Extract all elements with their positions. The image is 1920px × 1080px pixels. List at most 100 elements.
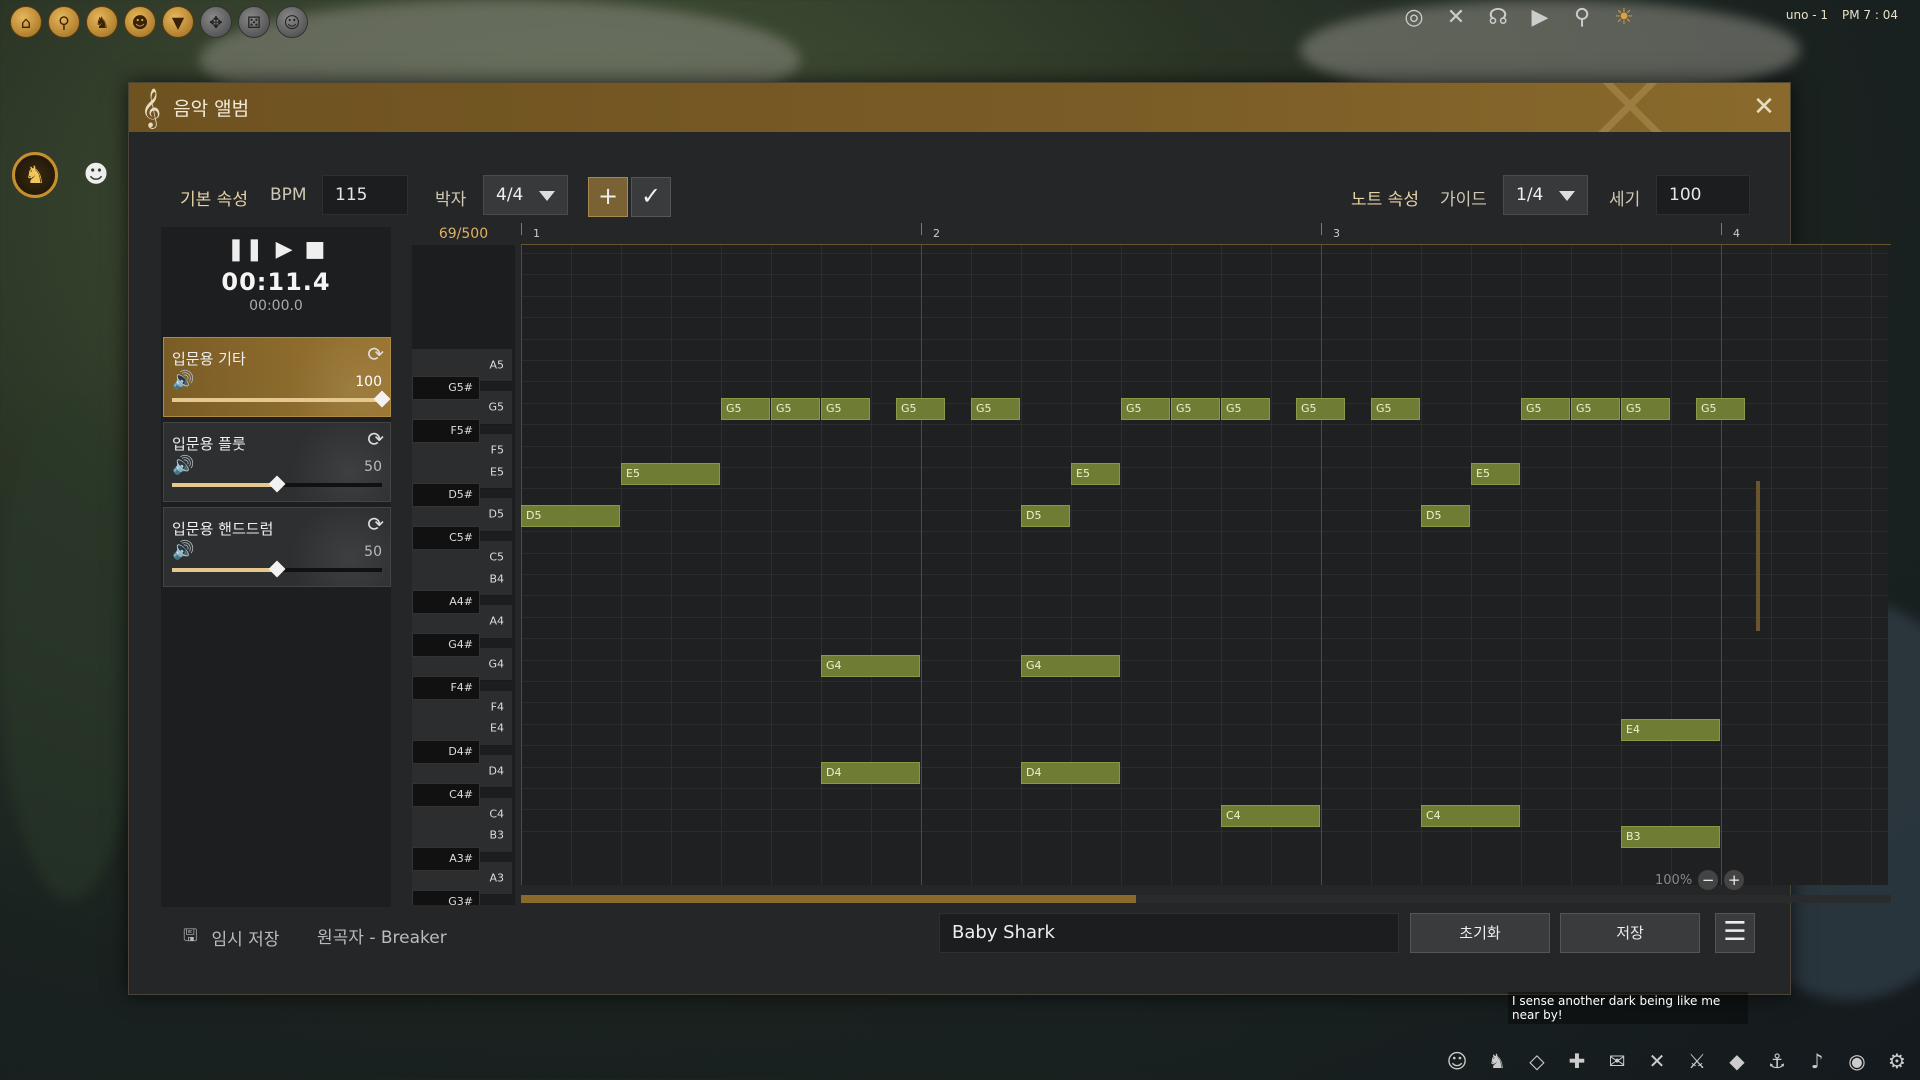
headphones-icon[interactable]: ☊: [1484, 4, 1512, 32]
note-block[interactable]: G5: [721, 398, 770, 421]
strength-input[interactable]: 100: [1656, 175, 1750, 215]
vertical-scrollbar[interactable]: [1756, 481, 1760, 631]
note-block[interactable]: G5: [896, 398, 945, 421]
volume-slider[interactable]: [172, 390, 390, 408]
note-block[interactable]: D5: [1421, 505, 1470, 528]
save-button[interactable]: 저장: [1560, 913, 1700, 953]
reset-button[interactable]: 초기화: [1410, 913, 1550, 953]
black-key[interactable]: D5#: [412, 483, 480, 507]
reset-icon[interactable]: ⟳: [367, 512, 384, 536]
stop-icon[interactable]: ■: [305, 237, 326, 262]
volume-icon[interactable]: 🔊: [172, 540, 194, 561]
black-key[interactable]: F4#: [412, 675, 480, 700]
note-block[interactable]: E5: [1471, 462, 1520, 485]
fishing-icon[interactable]: ⚓: [1762, 1046, 1792, 1076]
gear-icon[interactable]: ⚙: [1882, 1046, 1912, 1076]
zoom-out-button[interactable]: −: [1698, 870, 1719, 890]
pause-icon[interactable]: ❚❚: [227, 237, 264, 262]
bell-icon[interactable]: ♪: [1802, 1046, 1832, 1076]
black-key[interactable]: C5#: [412, 525, 480, 550]
volume-icon[interactable]: 🔊: [172, 370, 194, 391]
character-icon[interactable]: ☻: [124, 6, 156, 38]
instrument-card[interactable]: 입문용 플룻 ⟳ 🔊 50: [163, 422, 391, 502]
note-block[interactable]: G5: [1696, 398, 1745, 421]
hamburger-menu-icon[interactable]: ☰: [1715, 913, 1755, 953]
note-block[interactable]: C4: [1221, 805, 1320, 827]
song-name-input[interactable]: Baby Shark: [939, 913, 1399, 953]
black-key[interactable]: G5#: [412, 376, 480, 400]
globe-icon[interactable]: ◉: [1842, 1046, 1872, 1076]
instrument-card[interactable]: 입문용 기타 ⟳ 🔊 100: [163, 337, 391, 417]
note-block[interactable]: G4: [821, 655, 920, 678]
note-block[interactable]: B3: [1621, 826, 1720, 849]
note-block[interactable]: G5: [1571, 398, 1620, 421]
black-key[interactable]: A3#: [412, 846, 480, 871]
family-icon[interactable]: ☺: [1442, 1046, 1472, 1076]
volume-slider[interactable]: [172, 475, 382, 493]
mail-icon[interactable]: ✉: [1602, 1046, 1632, 1076]
pearl-icon[interactable]: ◆: [1722, 1046, 1752, 1076]
instrument-card[interactable]: 입문용 핸드드럼 ⟳ 🔊 50: [163, 507, 391, 587]
guide-icon[interactable]: ♞: [86, 6, 118, 38]
volume-icon[interactable]: 🔊: [172, 455, 194, 476]
guide-dropdown[interactable]: 1/4: [1503, 175, 1588, 215]
note-block[interactable]: G5: [1121, 398, 1170, 421]
note-block[interactable]: G5: [1621, 398, 1670, 421]
reset-icon[interactable]: ⟳: [367, 427, 384, 451]
save-temp-button[interactable]: 🖫 임시 저장: [183, 923, 279, 952]
play-icon[interactable]: ▶: [276, 237, 293, 262]
black-key[interactable]: G4#: [412, 632, 480, 657]
note-block[interactable]: G5: [971, 398, 1020, 421]
swords-icon[interactable]: ✕: [1442, 4, 1470, 32]
black-key[interactable]: A4#: [412, 590, 480, 614]
note-block[interactable]: D5: [521, 505, 620, 528]
drop-icon[interactable]: ▼: [162, 6, 194, 38]
note-block[interactable]: G5: [1521, 398, 1570, 421]
note-block[interactable]: D4: [821, 762, 920, 785]
note-block[interactable]: E4: [1621, 719, 1720, 742]
note-block[interactable]: G5: [1171, 398, 1220, 421]
search-icon[interactable]: ⚲: [48, 6, 80, 38]
gift-icon[interactable]: ✚: [1562, 1046, 1592, 1076]
play-icon[interactable]: ▶: [1526, 4, 1554, 32]
note-block[interactable]: E5: [1071, 462, 1120, 485]
note-block[interactable]: G5: [1371, 398, 1420, 421]
dice-icon[interactable]: ⚄: [238, 6, 270, 38]
note-block[interactable]: G4: [1021, 655, 1120, 678]
target-icon[interactable]: ◎: [1400, 4, 1428, 32]
piano-roll-grid[interactable]: G5 G5 G5 G5 G5 G5 G5 G5 G5 G5 G5 G5 G5 G5 E5 E5 E5 D5 D5 D5…: [521, 245, 1888, 885]
black-key[interactable]: D4#: [412, 739, 480, 764]
bpm-input[interactable]: 115: [322, 175, 408, 215]
black-key[interactable]: C4#: [412, 782, 480, 807]
slider-knob[interactable]: [268, 560, 286, 578]
note-block[interactable]: D5: [1021, 505, 1070, 528]
scroll-thumb[interactable]: [521, 895, 1136, 903]
horse-icon[interactable]: ♞: [1482, 1046, 1512, 1076]
add-note-button[interactable]: +: [588, 177, 628, 217]
friend-icon[interactable]: ☺: [276, 6, 308, 38]
select-check-button[interactable]: ✓: [631, 177, 671, 217]
zoom-in-button[interactable]: +: [1724, 870, 1745, 890]
note-block[interactable]: G5: [771, 398, 820, 421]
horizontal-scrollbar[interactable]: [521, 895, 1891, 903]
party-icon[interactable]: ☻: [78, 156, 114, 192]
black-key[interactable]: F5#: [412, 418, 480, 443]
note-block[interactable]: G5: [821, 398, 870, 421]
close-button[interactable]: ✕: [1748, 91, 1780, 123]
note-block[interactable]: E5: [621, 462, 720, 485]
black-key[interactable]: G3#: [412, 889, 480, 905]
reset-icon[interactable]: ⟳: [367, 342, 384, 366]
compass-icon[interactable]: ✥: [200, 6, 232, 38]
horse-icon[interactable]: ♞: [12, 152, 58, 198]
note-block[interactable]: C4: [1421, 805, 1520, 827]
note-block[interactable]: G5: [1296, 398, 1345, 421]
diamond-icon[interactable]: ◇: [1522, 1046, 1552, 1076]
note-block[interactable]: G5: [1221, 398, 1270, 421]
sword-icon[interactable]: ⚔: [1682, 1046, 1712, 1076]
slider-knob[interactable]: [268, 475, 286, 493]
volume-slider[interactable]: [172, 560, 382, 578]
note-block[interactable]: D4: [1021, 762, 1120, 785]
menu-icon[interactable]: ⌂: [10, 6, 42, 38]
search-icon[interactable]: ⚲: [1568, 4, 1596, 32]
beat-dropdown[interactable]: 4/4: [483, 175, 568, 215]
